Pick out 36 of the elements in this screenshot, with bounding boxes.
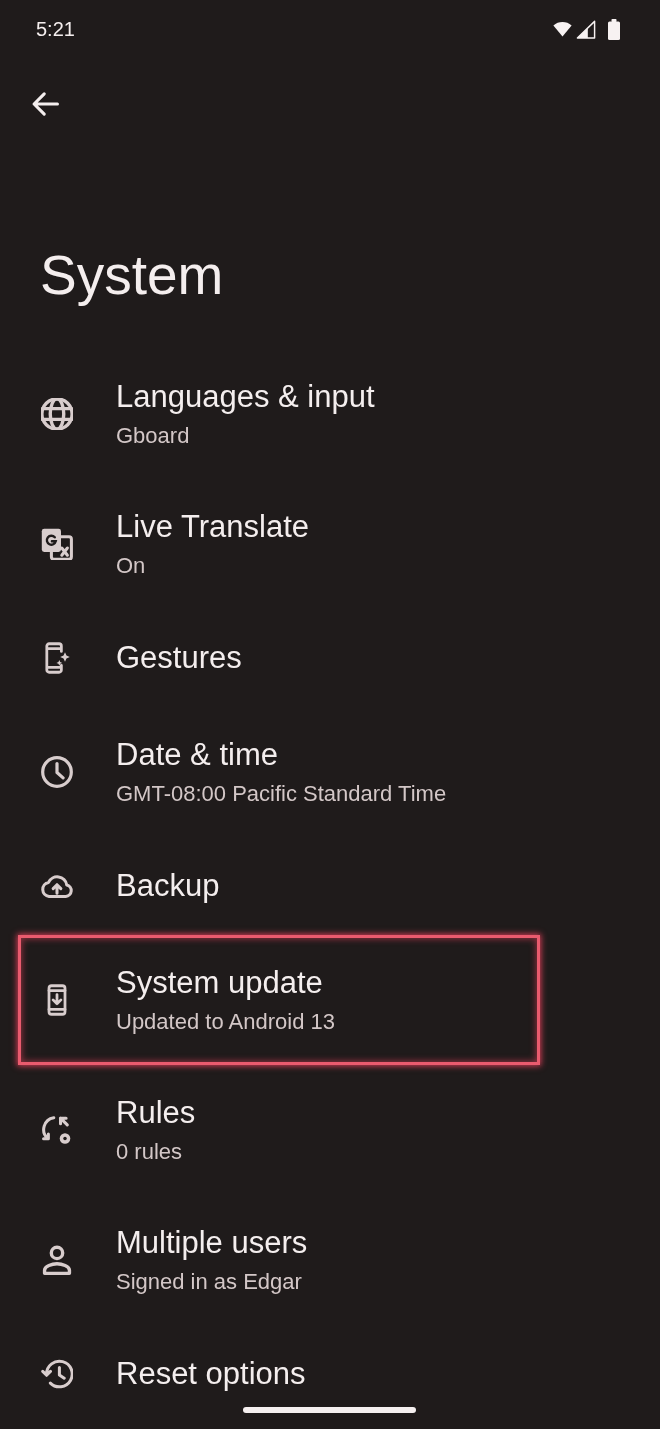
globe-icon — [41, 398, 73, 430]
item-title: Gestures — [116, 639, 242, 677]
item-title: Backup — [116, 867, 220, 905]
clock-icon — [41, 756, 73, 788]
settings-item[interactable]: Live Translate On — [18, 479, 540, 609]
back-arrow-icon[interactable] — [31, 90, 59, 118]
page-title: System — [40, 243, 225, 307]
rotate-gear-icon — [41, 1114, 73, 1146]
settings-item[interactable]: Multiple users Signed in as Edgar — [18, 1195, 540, 1325]
settings-item[interactable]: Gestures — [18, 609, 540, 707]
settings-item[interactable]: Languages & input Gboard — [18, 349, 540, 479]
item-title: Languages & input — [116, 378, 375, 416]
status-time: 5:21 — [36, 19, 75, 39]
settings-item[interactable]: Date & time GMT-08:00 Pacific Standard Time — [18, 707, 540, 837]
settings-item[interactable]: Rules 0 rules — [18, 1065, 540, 1195]
item-summary: GMT-08:00 Pacific Standard Time — [116, 780, 447, 808]
item-summary: Updated to Android 13 — [116, 1008, 335, 1036]
battery-icon — [608, 18, 620, 40]
item-title: System update — [116, 964, 324, 1002]
item-title: Live Translate — [116, 508, 309, 546]
item-title: Multiple users — [116, 1224, 308, 1262]
item-summary: 0 rules — [116, 1138, 184, 1166]
item-title: Rules — [116, 1094, 196, 1132]
item-title: Date & time — [116, 736, 279, 774]
settings-item[interactable]: Backup — [18, 837, 540, 935]
person-icon — [41, 1244, 73, 1276]
settings-item[interactable]: Reset options — [18, 1325, 540, 1423]
item-summary: On — [116, 552, 147, 580]
translate-icon — [41, 528, 73, 560]
item-summary: Gboard — [116, 422, 191, 450]
history-icon — [41, 1358, 73, 1390]
signal-icon — [576, 19, 596, 39]
wifi-icon — [553, 21, 572, 37]
settings-item[interactable]: System update Updated to Android 13 — [18, 935, 540, 1065]
item-title: Reset options — [116, 1355, 306, 1393]
item-summary: Signed in as Edgar — [116, 1268, 303, 1296]
